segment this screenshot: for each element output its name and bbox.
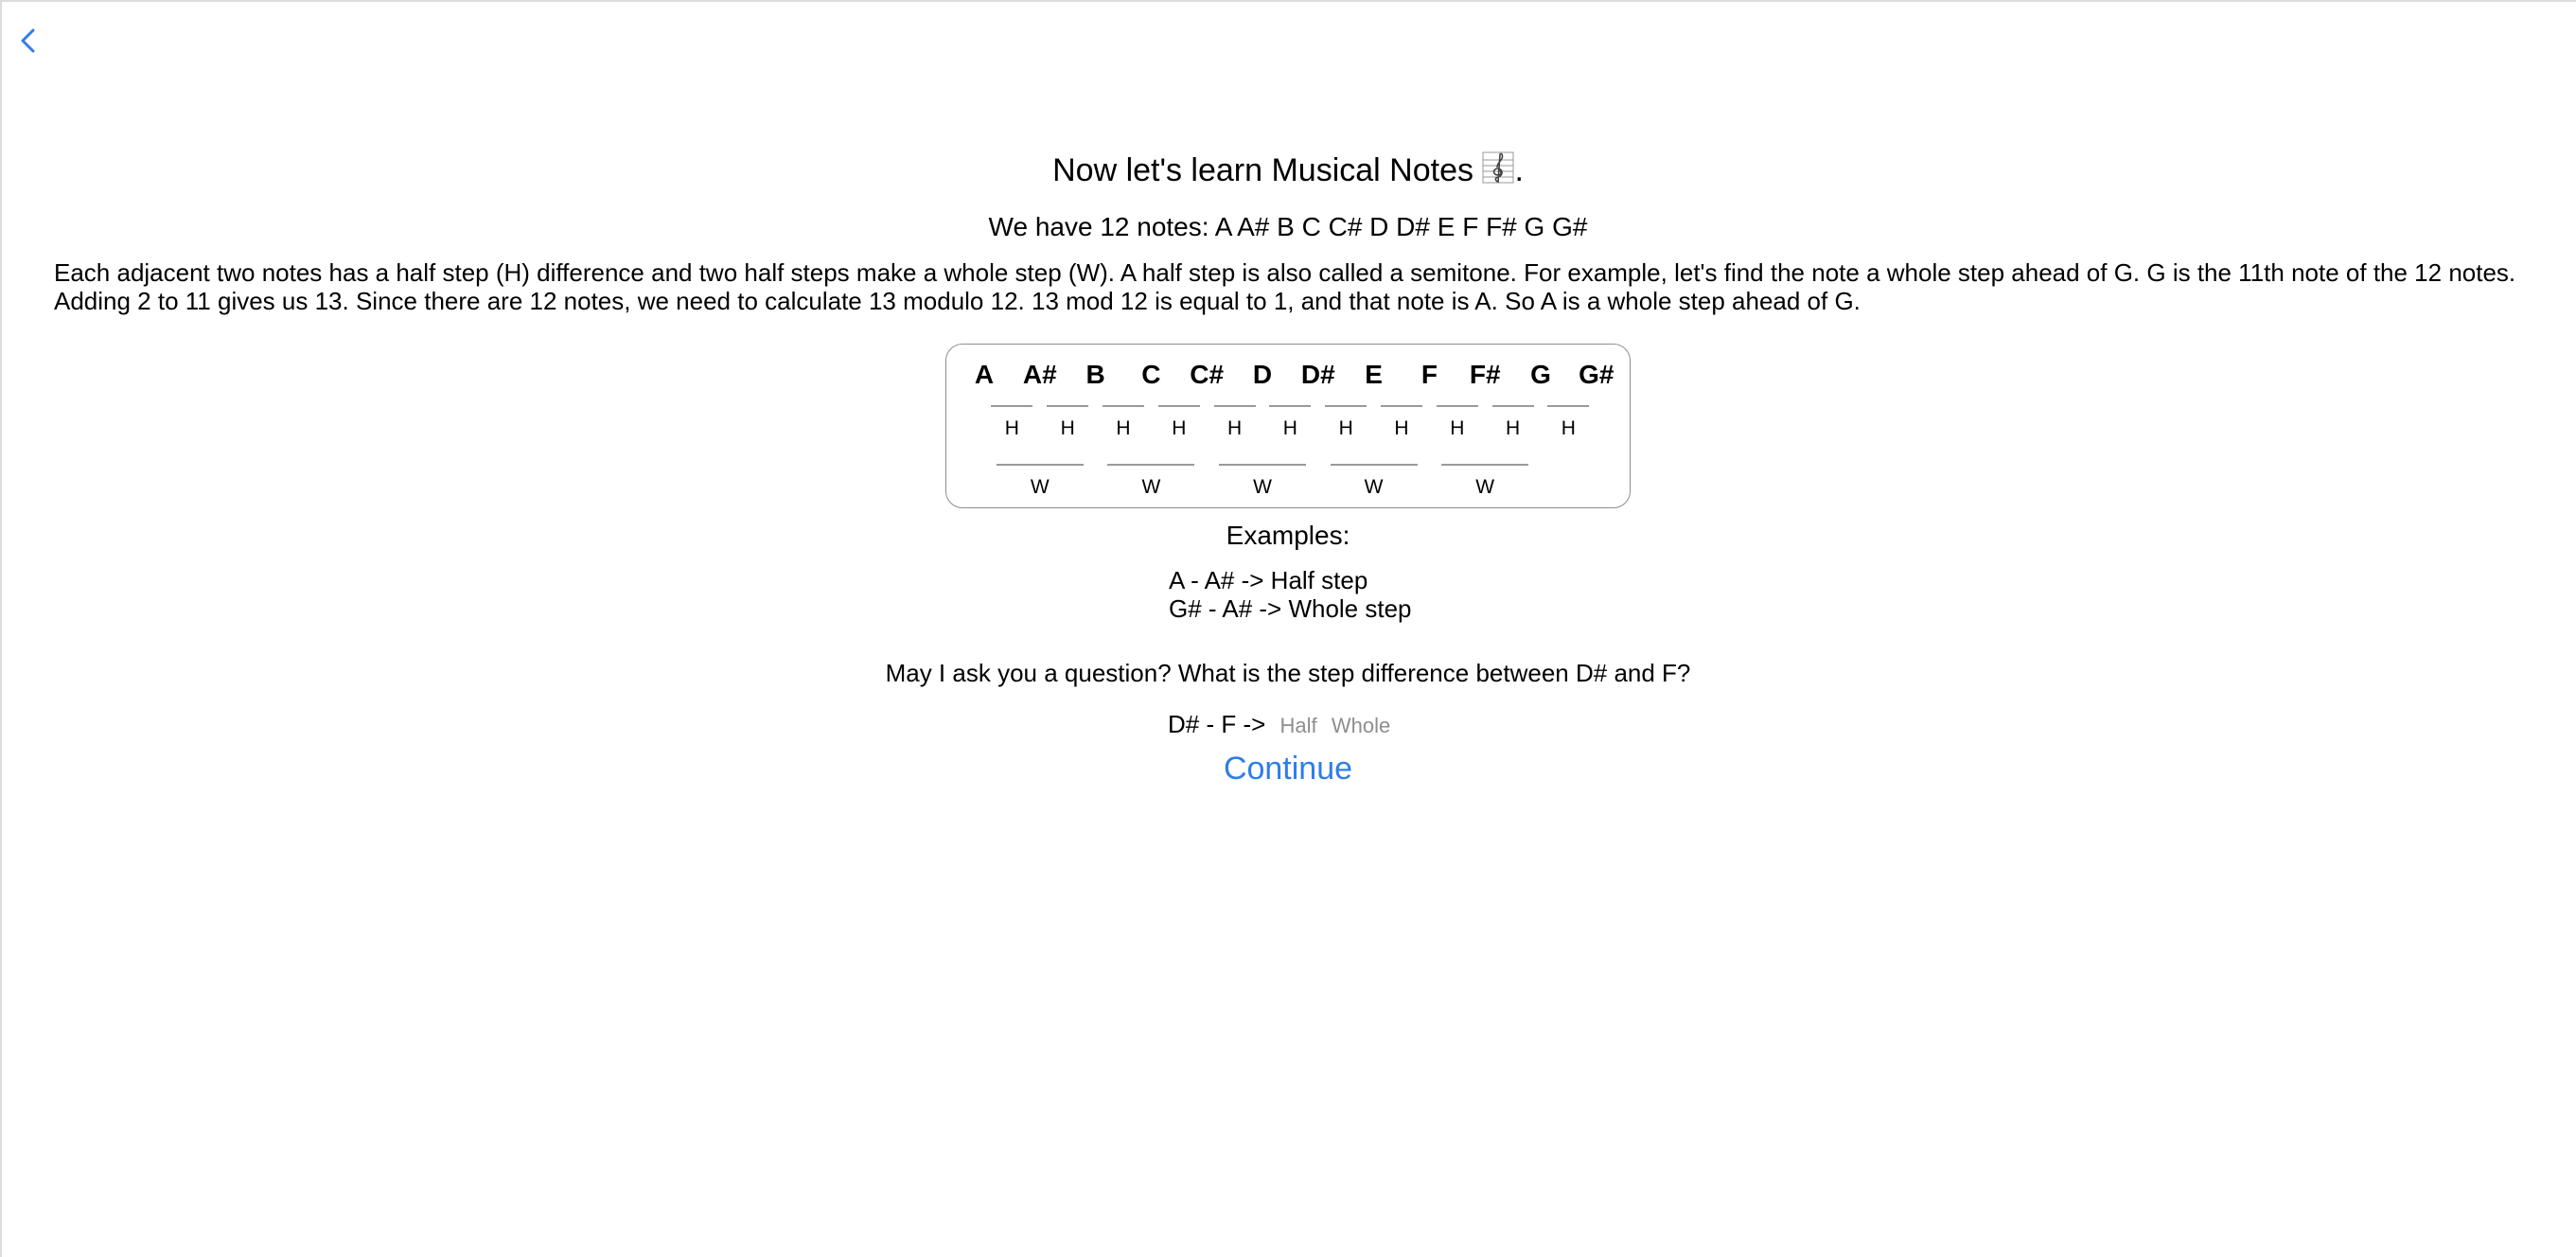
note-label: B [1085, 360, 1105, 389]
half-step-line [1103, 405, 1144, 407]
note-label: G [1530, 360, 1551, 389]
half-step-label: H [1116, 417, 1131, 439]
note-label: G# [1579, 360, 1614, 389]
note-label: D# [1300, 360, 1335, 389]
note-label: E [1365, 360, 1383, 389]
answer-prompt: D# - F -> [1168, 710, 1266, 738]
examples-heading: Examples: [1226, 521, 1350, 550]
half-step-line [1491, 405, 1534, 407]
whole-step-label: W [1030, 476, 1050, 498]
half-step-label: H [1506, 417, 1521, 439]
option-half[interactable]: Half [1280, 714, 1317, 737]
notes-steps-diagram: A A# B C C# D D# E F F# G G# H H H H H H H H H H H W W W W W [945, 344, 1631, 508]
continue-button[interactable]: Continue [1224, 751, 1352, 787]
chevron-left-icon [21, 28, 35, 53]
half-step-line [1436, 405, 1478, 407]
page-title-text: Now let's learn Musical Notes [1052, 152, 1473, 188]
half-step-line [1047, 405, 1089, 407]
continue-row: Continue [0, 746, 2576, 791]
half-step-line [1269, 405, 1312, 407]
half-step-line [991, 405, 1033, 407]
explanation-paragraph: Each adjacent two notes has a half step … [54, 258, 2516, 315]
title-period: . [1514, 152, 1524, 188]
page-title: Now let's learn Musical Notes . [0, 148, 2576, 193]
half-step-line [1325, 405, 1367, 407]
whole-step-line [1441, 464, 1529, 466]
examples-list: A - A# -> Half step G# - A# -> Whole ste… [1169, 566, 1412, 623]
half-step-label: H [1338, 417, 1353, 439]
question-text: May I ask you a question? What is the st… [885, 659, 1691, 687]
notes-list-heading: We have 12 notes: A A# B C C# D D# E F F… [988, 212, 1588, 241]
half-step-label: H [1282, 417, 1297, 439]
note-label: F [1420, 360, 1438, 389]
half-step-label: H [1060, 417, 1075, 439]
whole-step-label: W [1253, 476, 1272, 498]
treble-clef-icon [1482, 150, 1514, 185]
half-step-line [1157, 405, 1200, 407]
note-label: F# [1469, 360, 1501, 389]
whole-step-label: W [1141, 476, 1161, 498]
note-label: A# [1022, 360, 1057, 389]
whole-step-line [1219, 464, 1306, 466]
half-step-line [1547, 405, 1590, 407]
option-whole[interactable]: Whole [1332, 714, 1390, 737]
whole-step-line [1330, 464, 1418, 466]
half-step-line [1213, 405, 1256, 407]
back-button[interactable] [13, 25, 45, 57]
whole-step-label: W [1364, 476, 1384, 498]
whole-step-label: W [1475, 476, 1495, 498]
half-step-label: H [1227, 417, 1243, 439]
whole-step-line [996, 464, 1084, 466]
half-step-label: H [1450, 417, 1465, 439]
note-label: D [1252, 360, 1273, 389]
half-step-line [1381, 405, 1422, 407]
answer-row: D# - F -> Half Whole [1168, 708, 1390, 742]
half-step-label: H [1394, 417, 1409, 439]
half-step-label: H [1004, 417, 1019, 439]
note-label: C# [1190, 360, 1225, 389]
half-step-label: H [1172, 417, 1187, 439]
example-item: G# - A# -> Whole step [1169, 594, 1412, 623]
note-label: C [1141, 360, 1161, 389]
example-item: A - A# -> Half step [1169, 566, 1368, 594]
half-step-label: H [1561, 417, 1576, 439]
whole-step-line [1107, 464, 1195, 466]
note-label: A [974, 360, 995, 389]
